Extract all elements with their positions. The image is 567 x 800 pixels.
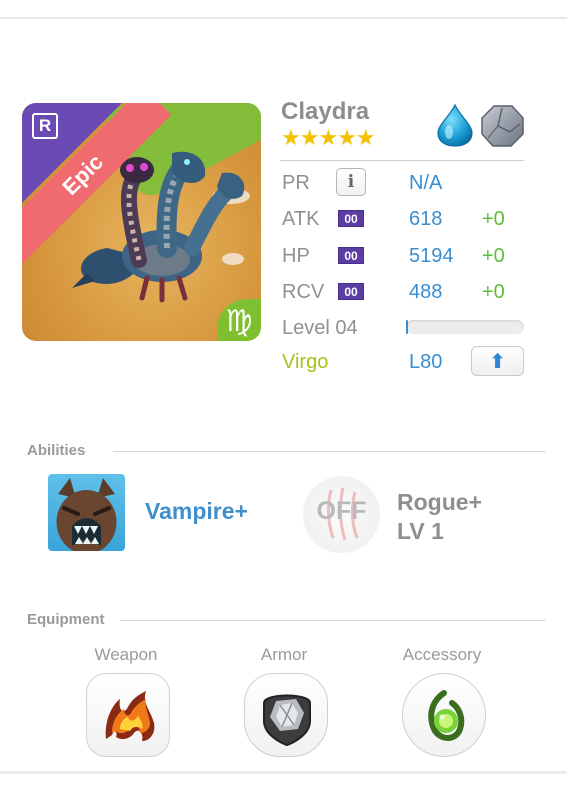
level-progress-fill [406, 320, 409, 334]
monster-name: Claydra [281, 98, 370, 125]
rcv-label: RCV [282, 281, 325, 303]
atk-plus-badge: 00 [338, 210, 364, 227]
level-upgrade-button[interactable]: ⬆ [471, 346, 524, 376]
level-limit: L80 [409, 351, 443, 373]
bottom-divider [0, 771, 567, 774]
equipment-title: Equipment [27, 611, 105, 628]
armor-slot[interactable] [244, 673, 328, 757]
up-arrow-icon: ⬆ [489, 349, 506, 373]
pr-info-button[interactable]: i [336, 168, 366, 196]
ability-rogue-name[interactable]: Rogue+ LV 1 [397, 488, 482, 546]
armor-stone-icon [263, 694, 311, 747]
ability-rogue-level: LV 1 [397, 518, 444, 544]
weapon-label: Weapon [94, 645, 158, 664]
hp-plus-badge: 00 [338, 247, 364, 264]
weapon-slot[interactable] [86, 673, 170, 757]
accessory-label: Accessory [402, 645, 482, 664]
hp-bonus: +0 [482, 245, 505, 267]
ability-rogue-label: Rogue+ [397, 489, 482, 515]
hp-label: HP [282, 245, 310, 267]
stone-icon [481, 105, 524, 147]
atk-label: ATK [282, 208, 320, 230]
equipment-divider [120, 620, 546, 621]
pr-value: N/A [409, 172, 443, 194]
pr-label: PR [282, 172, 310, 194]
star-rating: ★★★★★ [281, 126, 376, 151]
abilities-divider [113, 451, 546, 452]
level-label: Level 04 [282, 317, 358, 339]
armor-label: Armor [260, 645, 308, 664]
name-separator [280, 160, 524, 161]
rarity-r-icon: R [32, 113, 58, 139]
fire-claw-icon [105, 691, 155, 741]
atk-bonus: +0 [482, 208, 505, 230]
accessory-slot[interactable] [402, 673, 486, 757]
monster-card-art[interactable]: Epic R ♍ [22, 103, 261, 341]
rcv-value: 488 [409, 281, 443, 303]
top-divider [0, 17, 567, 19]
zodiac-label: Virgo [282, 351, 329, 373]
ability-off-status: OFF [316, 497, 367, 525]
ability-vampire-name[interactable]: Vampire+ [145, 498, 248, 525]
atk-value: 618 [409, 208, 443, 230]
werewolf-icon[interactable] [48, 474, 125, 551]
rcv-plus-badge: 00 [338, 283, 364, 300]
level-progress-bar [406, 320, 524, 334]
rcv-bonus: +0 [482, 281, 505, 303]
hp-value: 5194 [409, 245, 454, 267]
green-gem-icon [428, 690, 465, 741]
abilities-title: Abilities [27, 442, 86, 459]
water-drop-icon [437, 103, 473, 147]
